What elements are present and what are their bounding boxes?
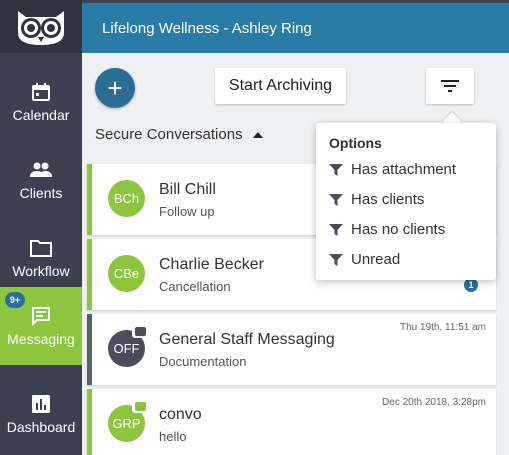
option-unread[interactable]: Unread	[329, 251, 400, 268]
avatar: CBe	[108, 255, 145, 292]
sidebar-item-label: Clients	[19, 185, 63, 201]
people-icon	[30, 159, 52, 181]
unread-count-badge: 1	[464, 278, 478, 292]
sidebar: Calendar Clients Workflow 9+ Messaging D…	[0, 0, 82, 455]
group-chat-icon	[132, 399, 149, 413]
conversation-item[interactable]: OFF General Staff Messaging Documentatio…	[87, 314, 496, 385]
sidebar-item-label: Calendar	[12, 107, 70, 123]
option-label: Unread	[351, 251, 401, 268]
owl-icon	[18, 10, 64, 45]
sidebar-item-workflow[interactable]: Workflow	[0, 219, 82, 297]
sidebar-item-dashboard[interactable]: Dashboard	[0, 375, 82, 453]
avatar: BCh	[108, 180, 145, 217]
group-chat-icon	[132, 324, 149, 338]
conversation-subtitle: Documentation	[159, 354, 247, 369]
funnel-icon	[329, 223, 343, 236]
plus-icon: +	[107, 72, 123, 103]
conversation-timestamp: Thu 19th, 11:51 am	[400, 322, 486, 333]
filter-lines-icon	[441, 80, 459, 92]
app-header: Lifelong Wellness - Ashley Ring	[82, 0, 509, 53]
conversation-name: General Staff Messaging	[159, 331, 335, 348]
calendar-icon	[30, 81, 52, 103]
option-label: Has clients	[351, 191, 425, 208]
filter-button[interactable]	[426, 68, 474, 104]
folder-icon	[30, 237, 52, 259]
option-has-attachment[interactable]: Has attachment	[329, 161, 456, 178]
new-conversation-button[interactable]: +	[95, 68, 135, 108]
messaging-count-badge: 9+	[5, 292, 25, 308]
bar-chart-icon	[30, 393, 52, 415]
sidebar-item-clients[interactable]: Clients	[0, 141, 82, 219]
owl-logo[interactable]	[0, 0, 82, 53]
caret-up-icon	[252, 131, 263, 138]
page-title: Lifelong Wellness - Ashley Ring	[102, 19, 312, 37]
funnel-icon	[329, 193, 343, 206]
funnel-icon	[329, 253, 343, 266]
section-title: Secure Conversations	[95, 126, 243, 143]
funnel-icon	[329, 163, 343, 176]
conversation-timestamp: Dec 20th 2018, 3:28pm	[382, 397, 486, 408]
options-title: Options	[329, 135, 382, 151]
conversation-item[interactable]: GRP convo hello Dec 20th 2018, 3:28pm	[87, 389, 496, 455]
conversation-name: convo	[159, 406, 202, 423]
sidebar-item-label: Dashboard	[6, 419, 76, 435]
conversation-name: Bill Chill	[159, 181, 216, 198]
sidebar-item-messaging[interactable]: 9+ Messaging	[0, 287, 82, 365]
sidebar-item-calendar[interactable]: Calendar	[0, 63, 82, 141]
sidebar-item-label: Workflow	[12, 263, 70, 279]
conversation-name: Charlie Becker	[159, 256, 264, 273]
options-popover: Options Has attachment Has clients Has n…	[316, 123, 496, 280]
option-label: Has no clients	[351, 221, 446, 238]
option-has-no-clients[interactable]: Has no clients	[329, 221, 445, 238]
option-has-clients[interactable]: Has clients	[329, 191, 424, 208]
start-archiving-button[interactable]: Start Archiving	[215, 68, 346, 104]
message-icon	[30, 305, 52, 327]
conversation-subtitle: hello	[159, 429, 187, 444]
sidebar-item-label: Messaging	[7, 331, 75, 347]
conversation-subtitle: Cancellation	[159, 279, 231, 294]
conversations-section-toggle[interactable]: Secure Conversations	[95, 126, 263, 143]
conversation-subtitle: Follow up	[159, 204, 215, 219]
option-label: Has attachment	[351, 161, 457, 178]
